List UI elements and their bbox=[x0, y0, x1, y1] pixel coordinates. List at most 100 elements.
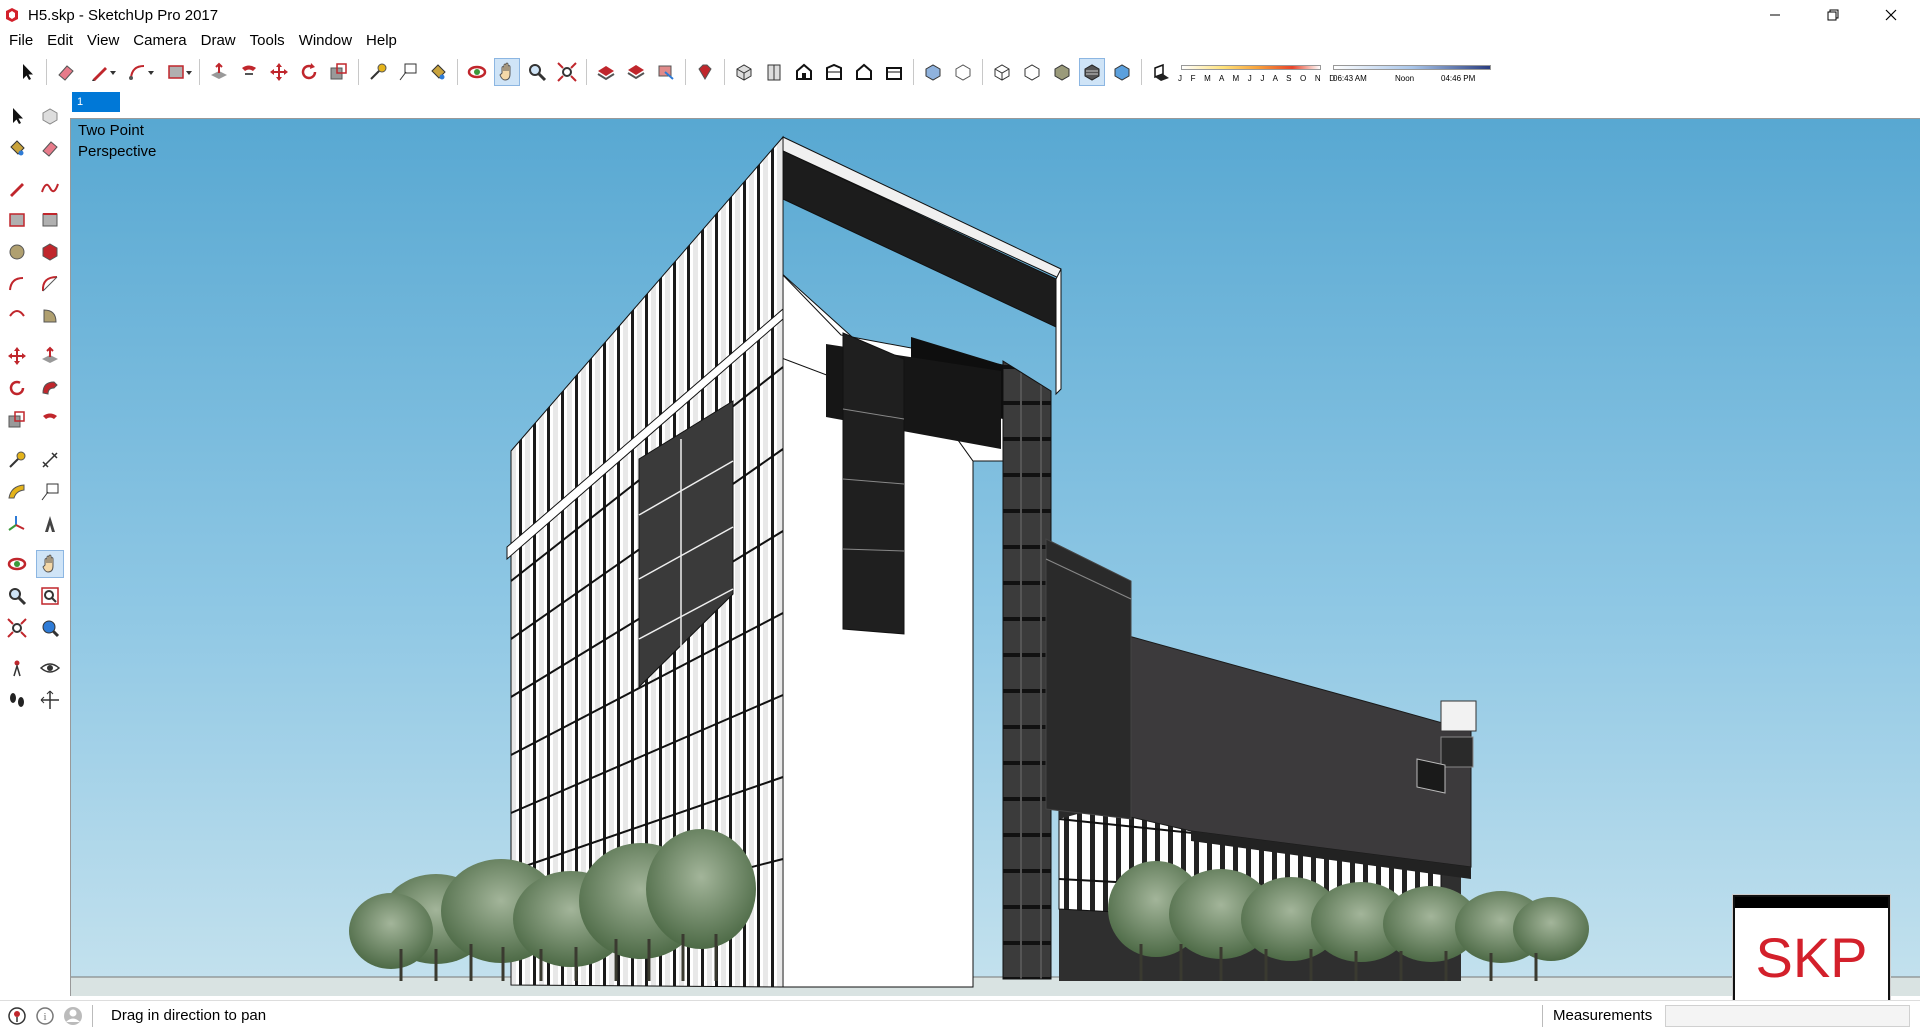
three-point-arc-tool-left[interactable] bbox=[3, 302, 31, 330]
share-model-button[interactable] bbox=[623, 58, 649, 86]
move-tool-left[interactable] bbox=[3, 342, 31, 370]
paint-bucket-left[interactable] bbox=[3, 134, 31, 162]
skp-watermark-logo: SKP bbox=[1733, 895, 1890, 1015]
shadows-toggle-button[interactable] bbox=[1148, 58, 1174, 86]
menu-camera[interactable]: Camera bbox=[126, 30, 193, 52]
follow-me-tool-left[interactable] bbox=[36, 374, 64, 402]
position-camera-tool-left[interactable] bbox=[3, 654, 31, 682]
protractor-tool-left[interactable] bbox=[3, 478, 31, 506]
front-view-button[interactable] bbox=[791, 58, 817, 86]
zoom-tool-left[interactable] bbox=[3, 582, 31, 610]
menu-edit[interactable]: Edit bbox=[40, 30, 80, 52]
iso-view-button[interactable] bbox=[731, 58, 757, 86]
shadow-time-slider[interactable]: 06:43 AM Noon 04:46 PM bbox=[1333, 57, 1493, 87]
move-icon bbox=[270, 63, 288, 81]
shadow-month-slider[interactable]: J F M A M J J A S O N D bbox=[1178, 57, 1335, 87]
sketchup-logo-icon bbox=[6, 8, 18, 22]
menu-help[interactable]: Help bbox=[359, 30, 404, 52]
push-pull-tool-left[interactable] bbox=[36, 342, 64, 370]
polygon-tool-left[interactable] bbox=[36, 238, 64, 266]
rotate-icon bbox=[301, 63, 317, 80]
pan-tool-button[interactable] bbox=[494, 58, 520, 86]
offset-tool-button[interactable] bbox=[236, 58, 262, 86]
make-component-button[interactable] bbox=[36, 102, 64, 130]
menu-view[interactable]: View bbox=[80, 30, 126, 52]
xray-style-button[interactable] bbox=[920, 58, 946, 86]
back-view-button[interactable] bbox=[851, 58, 877, 86]
shaded-textures-style-button[interactable] bbox=[1079, 58, 1105, 86]
monochrome-style-button[interactable] bbox=[1109, 58, 1135, 86]
scale-tool-left[interactable] bbox=[3, 406, 31, 434]
tape-measure-tool-left[interactable] bbox=[3, 446, 31, 474]
scale-tool-button[interactable] bbox=[326, 58, 352, 86]
circle-tool-left[interactable] bbox=[3, 238, 31, 266]
extension-warehouse-button[interactable] bbox=[692, 58, 718, 86]
arc-tool-left[interactable] bbox=[3, 270, 31, 298]
axes-tool-left[interactable] bbox=[3, 510, 31, 538]
wireframe-icon bbox=[994, 64, 1010, 81]
shaded-style-button[interactable] bbox=[1049, 58, 1075, 86]
previous-view-tool-left[interactable] bbox=[36, 614, 64, 642]
pie-tool-left[interactable] bbox=[36, 302, 64, 330]
share-component-button[interactable] bbox=[653, 58, 679, 86]
rectangle-tool-button[interactable] bbox=[159, 58, 193, 86]
rotated-rectangle-tool-left[interactable] bbox=[36, 206, 64, 234]
push-pull-tool-button[interactable] bbox=[206, 58, 232, 86]
menu-window[interactable]: Window bbox=[292, 30, 359, 52]
freehand-tool-left[interactable] bbox=[36, 174, 64, 202]
restore-button[interactable] bbox=[1804, 0, 1862, 30]
minimize-button[interactable] bbox=[1746, 0, 1804, 30]
dimension-tool-left[interactable] bbox=[36, 446, 64, 474]
hidden-line-style-button[interactable] bbox=[1019, 58, 1045, 86]
select-tool-left[interactable] bbox=[3, 102, 31, 130]
3d-text-tool-left[interactable] bbox=[36, 510, 64, 538]
wireframe-style-button[interactable] bbox=[989, 58, 1015, 86]
eraser-left[interactable] bbox=[36, 134, 64, 162]
text-tool-left[interactable] bbox=[36, 478, 64, 506]
offset-tool-left[interactable] bbox=[36, 406, 64, 434]
pan-tool-left[interactable] bbox=[36, 550, 64, 578]
back-edges-style-button[interactable] bbox=[950, 58, 976, 86]
text-tool-button[interactable] bbox=[395, 58, 421, 86]
camera-perspective-label: Two Point Perspective bbox=[78, 120, 156, 162]
geolocation-icon[interactable] bbox=[6, 1005, 28, 1027]
orbit-tool-button[interactable] bbox=[464, 58, 490, 86]
select-tool-button[interactable] bbox=[14, 58, 40, 86]
menu-file[interactable]: File bbox=[2, 30, 40, 52]
close-button[interactable] bbox=[1862, 0, 1920, 30]
look-around-tool-left[interactable] bbox=[36, 654, 64, 682]
top-view-button[interactable] bbox=[761, 58, 787, 86]
left-view-button[interactable] bbox=[881, 58, 907, 86]
credits-info-icon[interactable]: i bbox=[34, 1005, 56, 1027]
rotate-tool-left[interactable] bbox=[3, 374, 31, 402]
pencil-icon bbox=[10, 183, 24, 197]
model-viewport[interactable] bbox=[70, 118, 1920, 996]
right-view-button[interactable] bbox=[821, 58, 847, 86]
walk-tool-left[interactable] bbox=[3, 686, 31, 714]
3d-warehouse-button[interactable] bbox=[593, 58, 619, 86]
zoom-extents-tool-left[interactable] bbox=[3, 614, 31, 642]
rotate-tool-button[interactable] bbox=[296, 58, 322, 86]
arc-tool-button[interactable] bbox=[121, 58, 155, 86]
line-tool-button[interactable] bbox=[83, 58, 117, 86]
rectangle-tool-left[interactable] bbox=[3, 206, 31, 234]
menu-tools[interactable]: Tools bbox=[243, 30, 292, 52]
move-tool-button[interactable] bbox=[266, 58, 292, 86]
section-plane-tool-left[interactable] bbox=[36, 686, 64, 714]
eraser-tool-button[interactable] bbox=[53, 58, 79, 86]
orbit-tool-left[interactable] bbox=[3, 550, 31, 578]
menu-draw[interactable]: Draw bbox=[194, 30, 243, 52]
line-tool-left[interactable] bbox=[3, 174, 31, 202]
two-point-arc-tool-left[interactable] bbox=[36, 270, 64, 298]
share-component-icon bbox=[658, 65, 674, 80]
measurements-input[interactable] bbox=[1665, 1005, 1910, 1027]
paint-bucket-tool-button[interactable] bbox=[425, 58, 451, 86]
magnifier-icon bbox=[529, 64, 547, 82]
user-account-icon[interactable] bbox=[62, 1005, 84, 1027]
circle-icon bbox=[9, 244, 25, 260]
tape-measure-tool-button[interactable] bbox=[365, 58, 391, 86]
zoom-extents-tool-button[interactable] bbox=[554, 58, 580, 86]
zoom-window-tool-left[interactable] bbox=[36, 582, 64, 610]
zoom-tool-button[interactable] bbox=[524, 58, 550, 86]
scene-tab-1[interactable]: 1 bbox=[72, 92, 120, 112]
